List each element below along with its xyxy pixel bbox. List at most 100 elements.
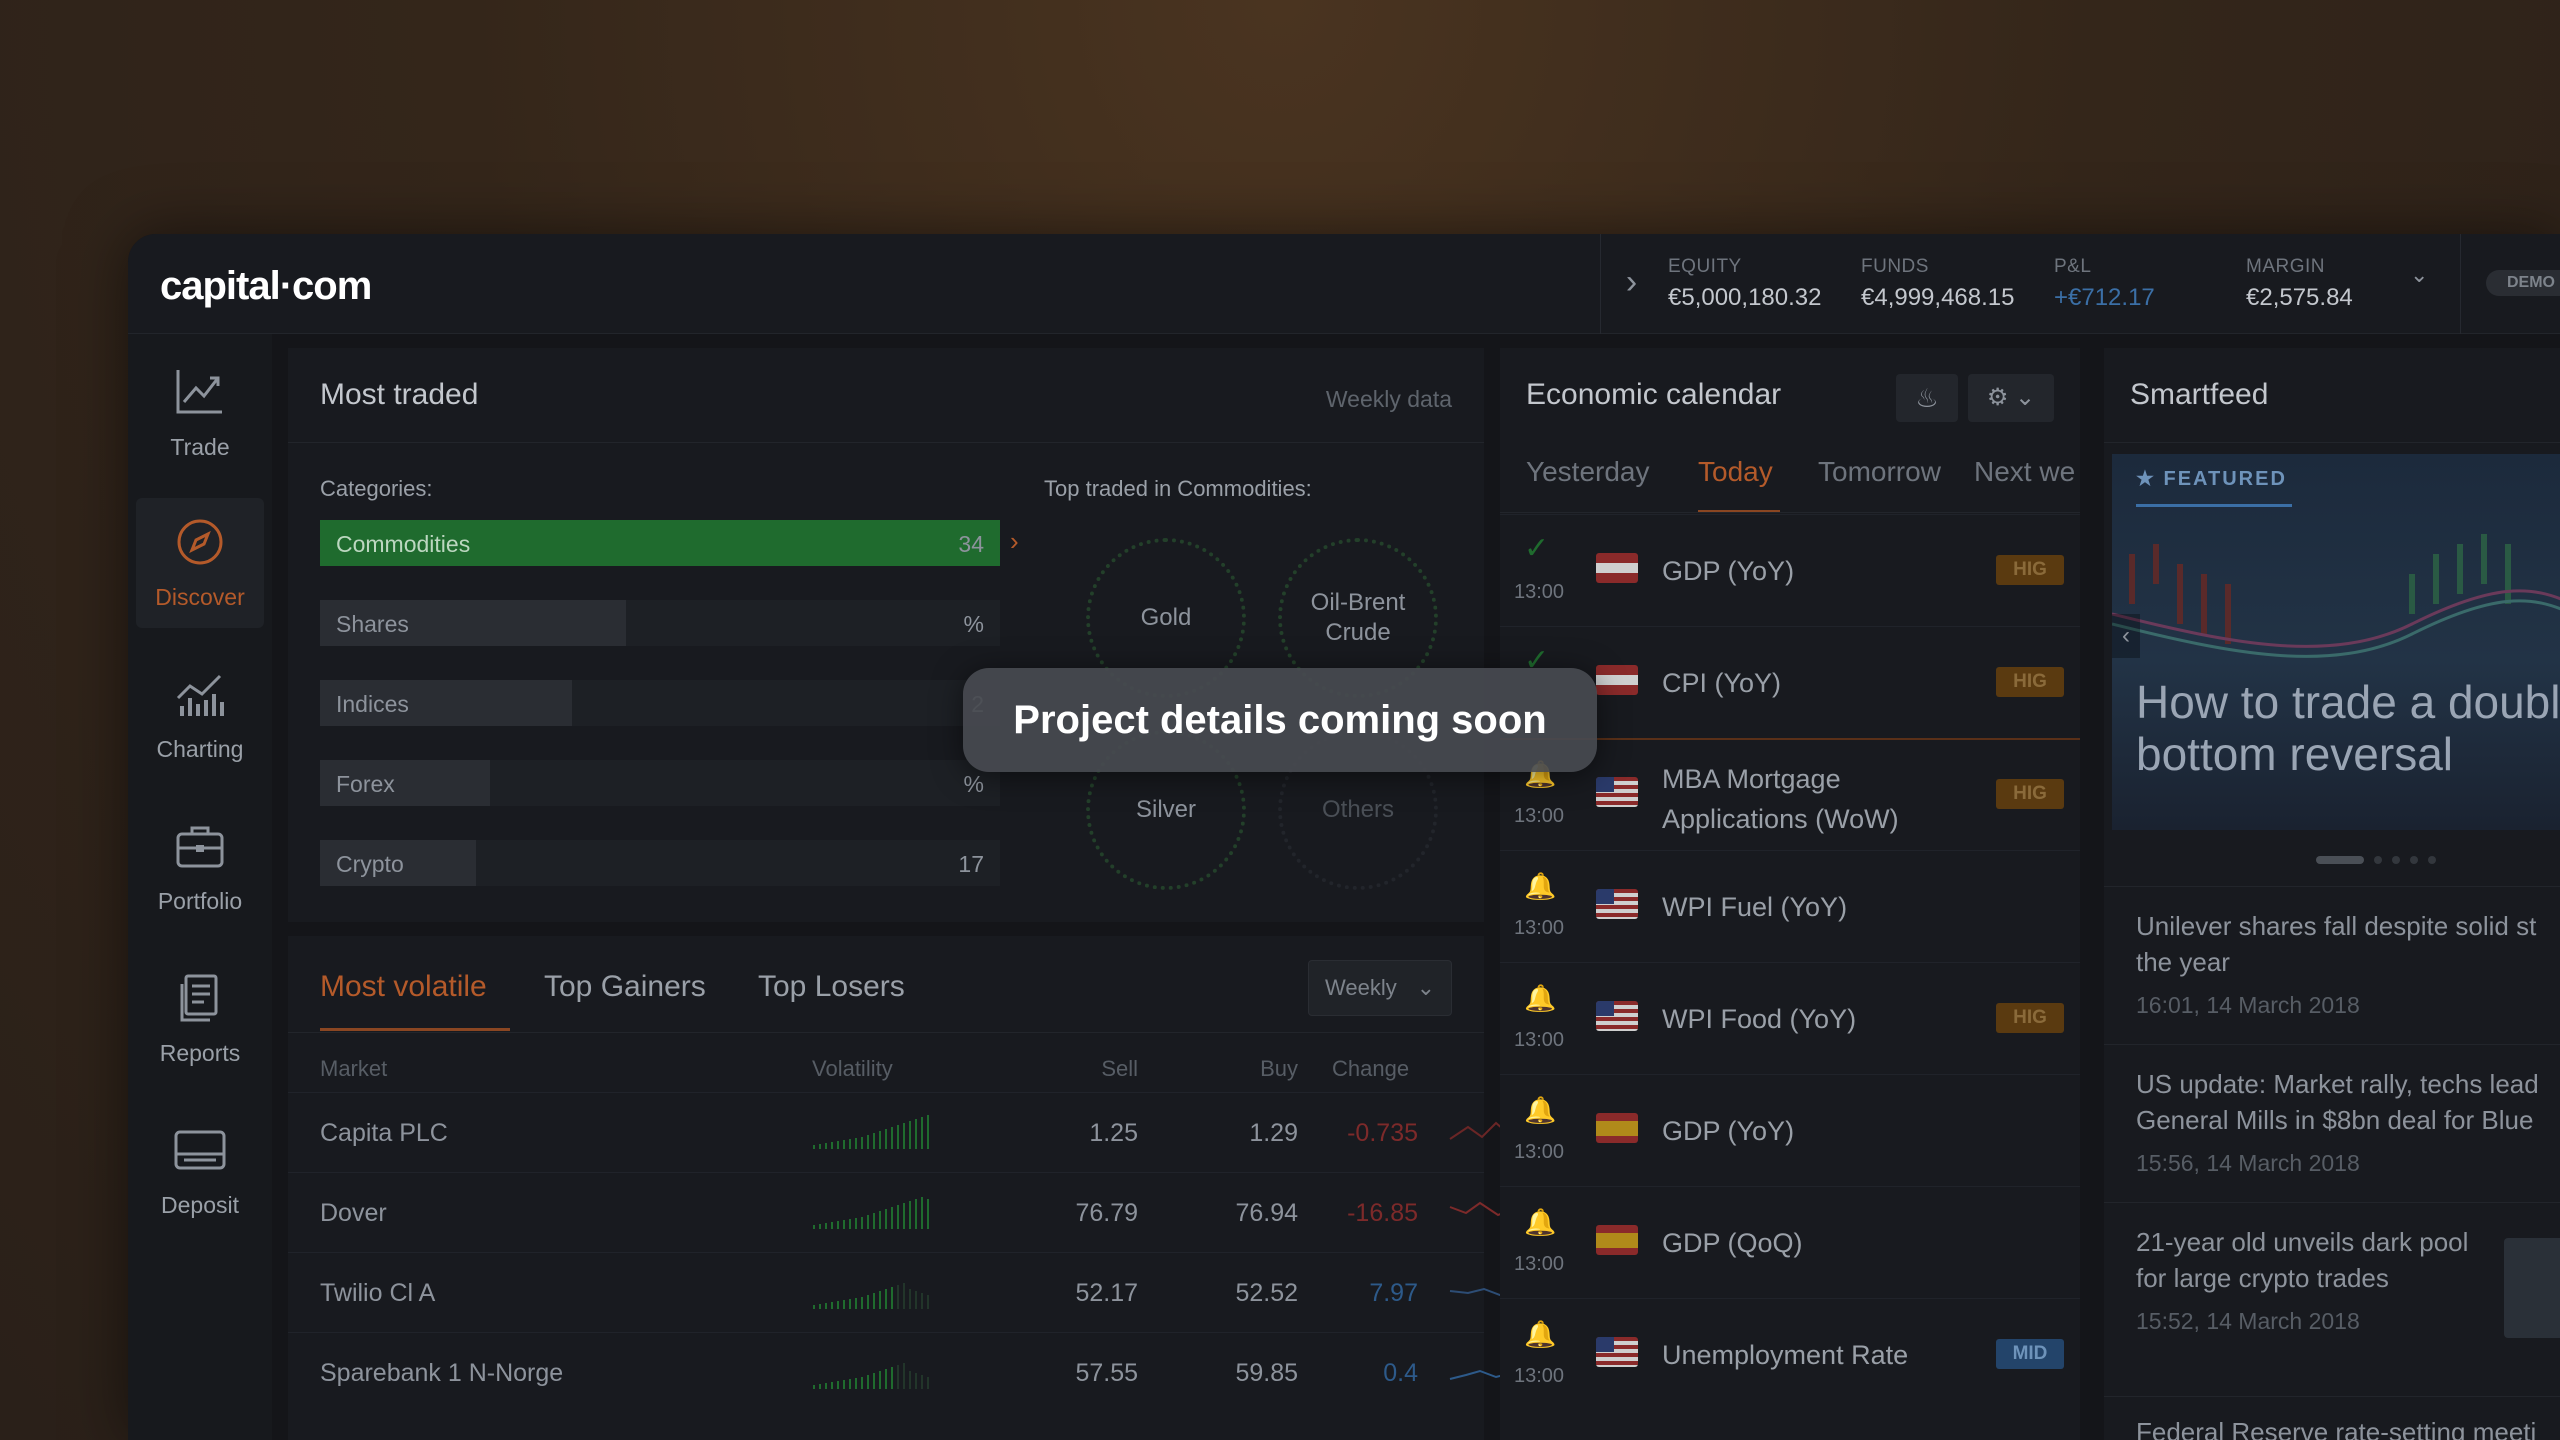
bell-icon[interactable]: 🔔 — [1524, 1207, 1556, 1238]
period-select[interactable]: Weekly ⌄ — [1308, 960, 1452, 1016]
sidebar-item-charting[interactable]: Charting — [136, 650, 264, 780]
market-name: Others — [1321, 796, 1395, 823]
news-title: 21-year old unveils dark pool for large … — [2136, 1227, 2469, 1293]
column-header-buy[interactable]: Buy — [1218, 1056, 1298, 1082]
news-title: US update: Market rally, techs lead Gene… — [2136, 1069, 2539, 1135]
sidebar-item-trade[interactable]: Trade — [136, 348, 264, 478]
category-bar-crypto[interactable]: Crypto 17 — [320, 840, 1000, 886]
table-row[interactable]: Sparebank 1 N-Norge 57.55 59.85 0.4 — [288, 1332, 1577, 1412]
pnl-value: +€712.17 — [2054, 284, 2155, 311]
flag-icon — [1596, 777, 1638, 807]
tab-top-gainers[interactable]: Top Gainers — [544, 970, 706, 1004]
briefcase-icon — [176, 826, 224, 868]
category-name: Crypto — [336, 851, 404, 877]
gear-icon[interactable]: ⚙ ⌄ — [1968, 374, 2054, 422]
tab-yesterday[interactable]: Yesterday — [1526, 456, 1650, 488]
carousel-dot[interactable] — [2410, 856, 2418, 864]
funds-stat: FUNDS €4,999,468.15 — [1861, 256, 2014, 312]
check-icon[interactable]: ✓ — [1524, 531, 1549, 566]
volatility-bars — [813, 1115, 929, 1149]
table-row[interactable]: Dover 76.79 76.94 -16.85 — [288, 1172, 1577, 1252]
news-item[interactable]: US update: Market rally, techs lead Gene… — [2136, 1066, 2560, 1177]
panel-title: Smartfeed — [2130, 378, 2269, 411]
column-header-volatility[interactable]: Volatility — [812, 1056, 893, 1082]
category-value: 34 — [958, 531, 984, 557]
sidebar-item-deposit[interactable]: Deposit — [136, 1106, 264, 1236]
event-time: 13:00 — [1514, 805, 1565, 827]
panel-title: Economic calendar — [1526, 378, 1782, 411]
funds-value: €4,999,468.15 — [1861, 284, 2015, 311]
equity-label: EQUITY — [1668, 256, 1742, 277]
impact-badge: HIG — [1996, 555, 2064, 585]
calendar-event-row[interactable]: 🔔 13:00 WPI Fuel (YoY) — [1500, 850, 2080, 962]
table-row[interactable]: Capita PLC 1.25 1.29 -0.735 — [288, 1092, 1577, 1172]
column-header-sell[interactable]: Sell — [1058, 1056, 1138, 1082]
news-item[interactable]: 21-year old unveils dark pool for large … — [2136, 1224, 2476, 1335]
sell-price: 52.17 — [1075, 1279, 1138, 1307]
tab-today[interactable]: Today — [1698, 456, 1773, 488]
carousel-prev-button[interactable]: ‹ — [2112, 614, 2140, 658]
featured-card[interactable]: ★ FEATURED ‹ How to trade a double botto… — [2112, 454, 2560, 830]
bell-icon[interactable]: 🔔 — [1524, 871, 1556, 902]
change-value: 0.4 — [1383, 1359, 1418, 1387]
carousel-dot[interactable] — [2392, 856, 2400, 864]
sidebar: Trade Discover Charting Portfolio Report… — [128, 334, 272, 1440]
calendar-event-row[interactable]: 🔔 13:00 GDP (YoY) — [1500, 1074, 2080, 1186]
impact-badge: HIG — [1996, 1003, 2064, 1033]
column-header-change[interactable]: Change — [1332, 1056, 1409, 1082]
tab-top-losers[interactable]: Top Losers — [758, 970, 905, 1004]
demo-badge[interactable]: DEMO — [2486, 270, 2560, 296]
market-name: Sparebank 1 N-Norge — [320, 1359, 564, 1387]
column-header-market[interactable]: Market — [320, 1056, 387, 1082]
divider — [288, 442, 1484, 443]
bell-icon[interactable]: 🔔 — [1524, 1095, 1556, 1126]
top-bar: capital·com › EQUITY €5,000,180.32 FUNDS… — [128, 234, 2560, 334]
bar-chart-icon — [176, 674, 224, 716]
chevron-down-icon[interactable]: ⌄ — [2410, 262, 2428, 288]
divider — [2104, 1202, 2560, 1203]
flag-icon — [1596, 889, 1638, 919]
chevron-down-icon: ⌄ — [1416, 975, 1435, 1000]
margin-value: €2,575.84 — [2246, 284, 2353, 311]
news-item[interactable]: Unilever shares fall despite solid st th… — [2136, 908, 2560, 1019]
buy-price: 76.94 — [1235, 1199, 1298, 1227]
expand-account-button[interactable]: › — [1600, 234, 1662, 334]
category-bar-forex[interactable]: Forex % — [320, 760, 1000, 806]
sidebar-item-discover[interactable]: Discover — [136, 498, 264, 628]
bell-icon[interactable]: 🔔 — [1524, 983, 1556, 1014]
pnl-label: P&L — [2054, 256, 2092, 277]
logo: capital·com — [160, 264, 372, 308]
app-window: capital·com › EQUITY €5,000,180.32 FUNDS… — [128, 234, 2560, 1440]
margin-label: MARGIN — [2246, 256, 2325, 277]
calendar-event-row[interactable]: ✓ 13:00 GDP (YoY) HIG — [1500, 514, 2080, 626]
tab-most-volatile[interactable]: Most volatile — [320, 970, 487, 1004]
table-row[interactable]: Twilio Cl A 52.17 52.52 7.97 — [288, 1252, 1577, 1332]
calendar-event-row[interactable]: 🔔 13:00 WPI Food (YoY) HIG — [1500, 962, 2080, 1074]
news-item[interactable]: Federal Reserve rate-setting meeti — [2136, 1414, 2560, 1440]
sidebar-item-label: Reports — [159, 1040, 241, 1066]
calendar-event-row[interactable]: 🔔 13:00 Unemployment Rate MID — [1500, 1298, 2080, 1410]
pnl-stat: P&L +€712.17 — [2054, 256, 2155, 312]
category-bar-shares[interactable]: Shares % — [320, 600, 1000, 646]
bell-icon[interactable]: 🔔 — [1524, 1319, 1556, 1350]
carousel-dot[interactable] — [2428, 856, 2436, 864]
tab-tomorrow[interactable]: Tomorrow — [1818, 456, 1941, 488]
tab-next-week[interactable]: Next we — [1974, 456, 2075, 488]
news-time: 15:56, 14 March 2018 — [2136, 1150, 2360, 1176]
news-title: Unilever shares fall despite solid st th… — [2136, 911, 2537, 977]
funds-label: FUNDS — [1861, 256, 1929, 277]
featured-label: ★ FEATURED — [2136, 466, 2287, 491]
flame-icon[interactable]: ♨ — [1896, 374, 1958, 422]
chevron-right-icon: › — [1010, 526, 1019, 556]
category-bar-indices[interactable]: Indices 2 — [320, 680, 1000, 726]
sidebar-item-portfolio[interactable]: Portfolio — [136, 802, 264, 932]
volatility-panel: Most volatile Top Gainers Top Losers Wee… — [288, 936, 1577, 1440]
carousel-dot[interactable] — [2374, 856, 2382, 864]
sidebar-item-reports[interactable]: Reports — [136, 954, 264, 1084]
category-name: Forex — [336, 771, 395, 797]
category-name: Shares — [336, 611, 409, 637]
calendar-event-row[interactable]: 🔔 13:00 GDP (QoQ) — [1500, 1186, 2080, 1298]
carousel-dot-active[interactable] — [2316, 856, 2364, 864]
category-bar-commodities[interactable]: Commodities 34 — [320, 520, 1000, 566]
flag-icon — [1596, 1113, 1638, 1143]
